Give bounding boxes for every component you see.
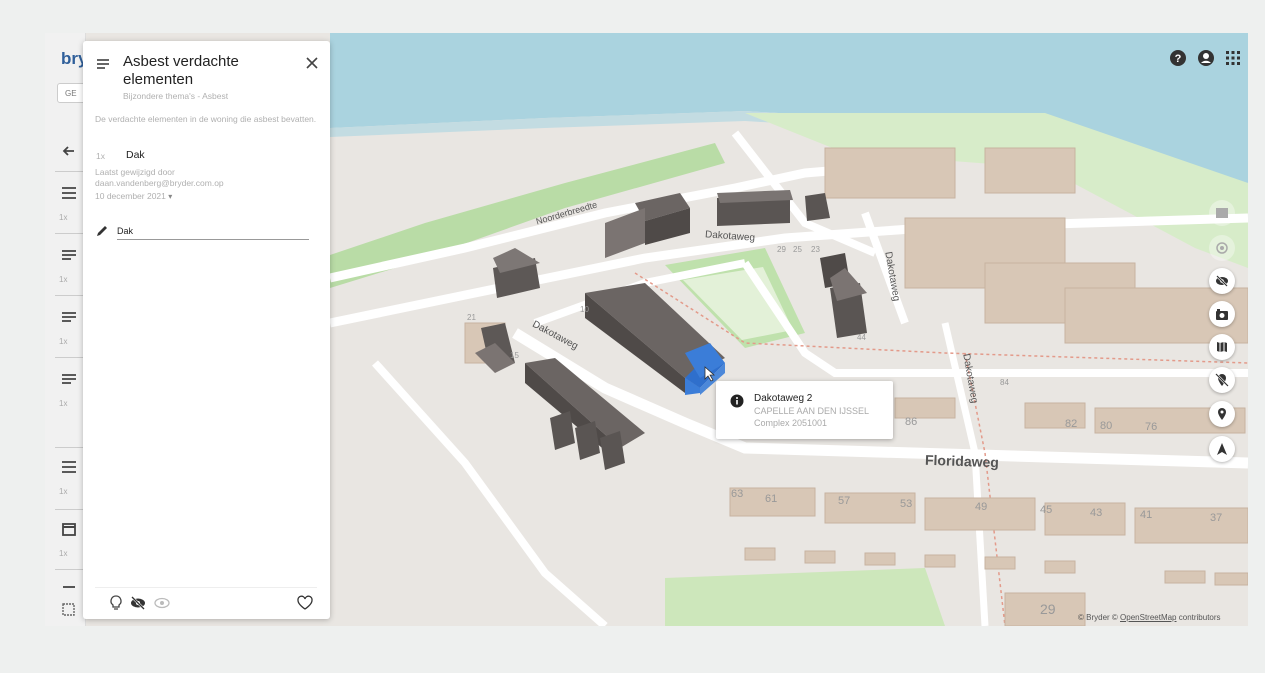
last-modified: Laatst gewijzigd door daan.vandenberg@br…	[95, 167, 317, 189]
camera-icon	[1216, 309, 1228, 320]
map-icon	[1217, 342, 1227, 352]
edit-field[interactable]	[117, 223, 309, 240]
lightbulb-icon[interactable]	[107, 594, 125, 612]
date-dropdown[interactable]: 10 december 2021 ▾	[95, 191, 172, 201]
info-icon	[730, 394, 744, 408]
nav-count: 1x	[59, 399, 68, 408]
attribution-prefix: © Bryder ©	[1078, 613, 1121, 622]
apps-icon[interactable]	[1224, 49, 1242, 67]
house-number: 25	[793, 245, 802, 254]
last-modified-by: daan.vandenberg@bryder.com.op	[95, 178, 224, 188]
item-count: 1x	[96, 151, 105, 161]
nav-count: 1x	[59, 549, 68, 558]
hide-button[interactable]	[1209, 268, 1235, 294]
nav-count: 1x	[59, 337, 68, 346]
house-number: 61	[765, 493, 778, 505]
house-number: 84	[1000, 378, 1009, 387]
left-nav: bry GE 1x 1x 1x 1x 1x 1x	[45, 33, 91, 626]
nav-divider	[55, 569, 85, 570]
house-number: 37	[1210, 512, 1223, 524]
nav-count: 1x	[59, 487, 68, 496]
notes-icon[interactable]	[59, 369, 79, 389]
close-icon[interactable]	[301, 52, 323, 74]
last-modified-label: Laatst gewijzigd door	[95, 167, 175, 177]
chevron-down-icon: ▾	[168, 192, 173, 201]
location-off-icon	[1215, 373, 1229, 387]
no-location-button[interactable]	[1209, 367, 1235, 393]
edit-icon	[97, 226, 107, 236]
nav-divider	[55, 295, 85, 296]
notes-icon	[97, 59, 109, 69]
camera-button[interactable]	[1209, 301, 1235, 327]
list-icon[interactable]	[59, 457, 79, 477]
popup-city: CAPELLE AAN DEN IJSSEL	[754, 406, 870, 416]
house-number: 82	[1065, 418, 1078, 430]
house-number: 41	[1140, 509, 1153, 521]
layer-toggle-button[interactable]	[1209, 200, 1235, 226]
house-number: 23	[811, 245, 820, 254]
nav-count: 1x	[59, 213, 68, 222]
house-number: 21	[467, 313, 476, 322]
popup-address: Dakotaweg 2	[754, 393, 813, 404]
house-number: 29	[777, 245, 786, 254]
date-value: 10 december 2021	[95, 191, 166, 201]
map-attribution: © Bryder © OpenStreetMap contributors	[1078, 613, 1221, 622]
house-number: 63	[731, 488, 744, 500]
heart-icon[interactable]	[296, 594, 314, 612]
eye-off-icon[interactable]	[129, 594, 147, 612]
nav-divider	[55, 233, 85, 234]
house-number: 44	[857, 333, 866, 342]
eye-off-icon	[1216, 275, 1228, 287]
attribution-suffix: contributors	[1176, 613, 1221, 622]
notes-icon[interactable]	[59, 307, 79, 327]
house-number: 10	[580, 305, 589, 314]
list-icon[interactable]	[59, 183, 79, 203]
nav-divider	[55, 171, 85, 172]
popup-complex: Complex 2051001	[754, 418, 828, 428]
house-number: 76	[1145, 421, 1158, 433]
address-popup: Dakotaweg 2 CAPELLE AAN DEN IJSSEL Compl…	[716, 381, 893, 439]
compass-button[interactable]	[1209, 436, 1235, 462]
nav-divider	[55, 447, 85, 448]
panel-title: Asbest verdachte elementen	[123, 53, 239, 88]
map-viewport[interactable]: Dakotaweg Dakotaweg Dakotaweg Dakotaweg …	[45, 33, 1248, 626]
house-number: 80	[1100, 420, 1113, 432]
nav-count: 1x	[59, 275, 68, 284]
minus-icon[interactable]	[59, 577, 79, 597]
item-value: Dak	[126, 149, 145, 161]
navigation-icon	[1217, 443, 1227, 455]
layers-icon[interactable]	[59, 599, 79, 619]
house-number: 29	[1040, 601, 1056, 617]
detail-panel: Asbest verdachte elementen Bijzondere th…	[83, 41, 330, 619]
footer-divider	[95, 587, 317, 588]
svg-text:?: ?	[1175, 53, 1182, 65]
house-number: 43	[1090, 507, 1103, 519]
location-pin-icon	[1218, 408, 1226, 420]
house-number: 57	[838, 495, 851, 507]
notes-icon[interactable]	[59, 245, 79, 265]
street-label: Floridaweg	[924, 451, 1000, 471]
nav-divider	[55, 509, 85, 510]
house-number: 45	[1040, 504, 1053, 516]
osm-link[interactable]: OpenStreetMap	[1120, 613, 1176, 622]
nav-divider	[55, 357, 85, 358]
house-number: 53	[900, 498, 913, 510]
account-icon[interactable]	[1197, 49, 1215, 67]
visibility-button[interactable]	[1209, 235, 1235, 261]
back-arrow-icon[interactable]	[59, 141, 79, 161]
panel-subtitle: Bijzondere thema's - Asbest	[123, 91, 229, 101]
map-button[interactable]	[1209, 334, 1235, 360]
image-icon	[1216, 208, 1228, 218]
panel-description: De verdachte elementen in de woning die …	[95, 114, 317, 124]
house-number: 49	[975, 501, 988, 513]
eye-icon	[1216, 242, 1228, 254]
help-icon[interactable]: ?	[1169, 49, 1187, 67]
house-number: 86	[905, 416, 918, 428]
calendar-icon[interactable]	[59, 519, 79, 539]
location-button[interactable]	[1209, 401, 1235, 427]
house-number: 15	[510, 351, 519, 360]
eye-icon[interactable]	[153, 594, 171, 612]
